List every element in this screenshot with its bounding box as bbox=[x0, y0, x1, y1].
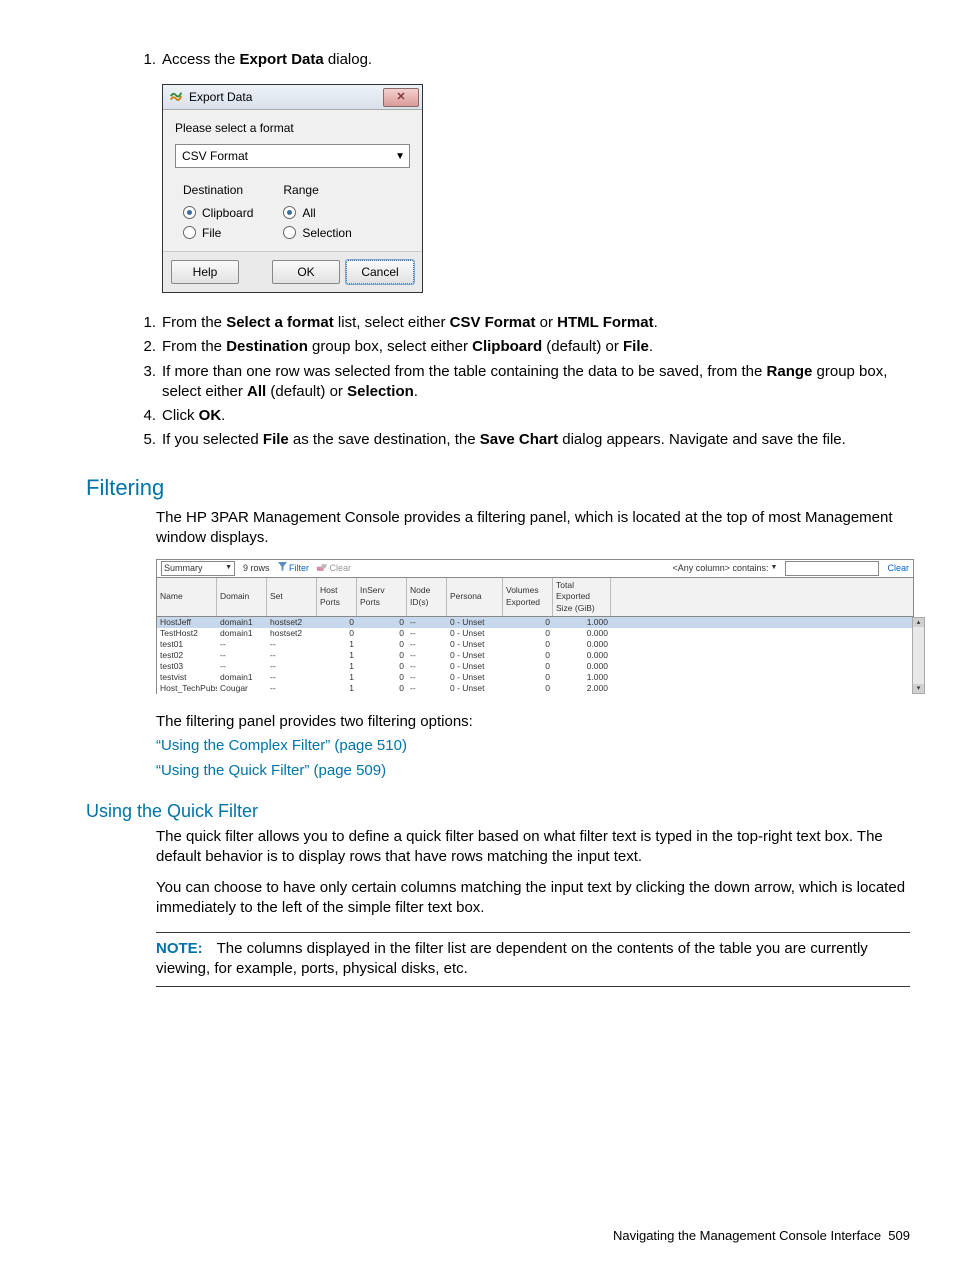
note-block: NOTE: The columns displayed in the filte… bbox=[156, 932, 910, 987]
cancel-button[interactable]: Cancel bbox=[346, 260, 414, 284]
radio-clipboard[interactable]: Clipboard bbox=[183, 205, 253, 221]
column-header[interactable]: Volumes Exported bbox=[503, 578, 553, 616]
table-row[interactable]: test03----10--0 - Unset00.000 bbox=[157, 661, 913, 672]
quick-filter-heading: Using the Quick Filter bbox=[86, 799, 910, 823]
clear-link-2[interactable]: Clear bbox=[887, 562, 909, 574]
page-footer: Navigating the Management Console Interf… bbox=[613, 1227, 910, 1245]
dialog-title: Export Data bbox=[189, 89, 377, 105]
radio-file[interactable]: File bbox=[183, 225, 253, 241]
column-header[interactable]: Total Exported Size (GiB) bbox=[553, 578, 611, 616]
table-row[interactable]: Host_TechPubsCougar--10--0 - Unset02.000 bbox=[157, 683, 913, 694]
step-5: Click OK. bbox=[162, 406, 910, 426]
column-header[interactable]: Domain bbox=[217, 578, 267, 616]
app-icon bbox=[169, 90, 183, 104]
column-header[interactable]: Node ID(s) bbox=[407, 578, 447, 616]
link-complex-filter[interactable]: “Using the Complex Filter” (page 510) bbox=[156, 737, 407, 754]
rows-count: 9 rows bbox=[243, 562, 270, 574]
step-1: Access the Export Data dialog.Export Dat… bbox=[162, 50, 910, 293]
scrollbar[interactable]: ▴▾ bbox=[912, 617, 925, 694]
quick-p2: You can choose to have only certain colu… bbox=[156, 878, 910, 919]
chevron-down-icon: ▼ bbox=[395, 150, 405, 164]
step-2: From the Select a format list, select ei… bbox=[162, 313, 910, 333]
table-row[interactable]: test01----10--0 - Unset00.000 bbox=[157, 639, 913, 650]
step-3: From the Destination group box, select e… bbox=[162, 337, 910, 357]
link-quick-filter[interactable]: “Using the Quick Filter” (page 509) bbox=[156, 762, 386, 779]
column-header[interactable]: Host Ports bbox=[317, 578, 357, 616]
radio-selection[interactable]: Selection bbox=[283, 225, 351, 241]
dialog-prompt: Please select a format bbox=[175, 120, 410, 136]
column-header[interactable]: InServ Ports bbox=[357, 578, 407, 616]
destination-group: DestinationClipboardFile bbox=[183, 182, 253, 245]
quick-p1: The quick filter allows you to define a … bbox=[156, 827, 910, 868]
help-button[interactable]: Help bbox=[171, 260, 239, 284]
column-header[interactable]: Persona bbox=[447, 578, 503, 616]
column-header[interactable]: Set bbox=[267, 578, 317, 616]
column-header[interactable]: Name bbox=[157, 578, 217, 616]
step-4: If more than one row was selected from t… bbox=[162, 362, 910, 403]
filter-link[interactable]: Filter bbox=[278, 562, 310, 574]
filter-panel-screenshot: Summary▼ 9 rows Filter Clear <Any column… bbox=[156, 559, 914, 694]
anycol-label[interactable]: <Any column> contains: bbox=[672, 562, 768, 574]
ok-button[interactable]: OK bbox=[272, 260, 340, 284]
step-6: If you selected File as the save destina… bbox=[162, 430, 910, 450]
filtering-heading: Filtering bbox=[86, 473, 910, 503]
note-label: NOTE: bbox=[156, 940, 203, 957]
note-text: The columns displayed in the filter list… bbox=[156, 940, 868, 977]
format-combo[interactable]: CSV Format▼ bbox=[175, 144, 410, 168]
range-group: RangeAllSelection bbox=[283, 182, 351, 245]
clear-link[interactable]: Clear bbox=[317, 562, 351, 574]
radio-all[interactable]: All bbox=[283, 205, 351, 221]
table-row[interactable]: testvistdomain1--10--0 - Unset01.000 bbox=[157, 672, 913, 683]
export-data-dialog: Export Data ✕ Please select a format CSV Fo… bbox=[162, 84, 423, 293]
close-button[interactable]: ✕ bbox=[383, 88, 419, 107]
filtering-intro: The HP 3PAR Management Console provides … bbox=[156, 508, 910, 549]
table-row[interactable]: HostJeffdomain1hostset200--0 - Unset01.0… bbox=[157, 617, 913, 628]
filter-options-lead: The filtering panel provides two filteri… bbox=[156, 712, 910, 732]
view-combo[interactable]: Summary▼ bbox=[161, 561, 235, 576]
table-row[interactable]: test02----10--0 - Unset00.000 bbox=[157, 650, 913, 661]
table-row[interactable]: TestHost2domain1hostset200--0 - Unset00.… bbox=[157, 628, 913, 639]
quick-filter-input[interactable] bbox=[785, 561, 879, 576]
